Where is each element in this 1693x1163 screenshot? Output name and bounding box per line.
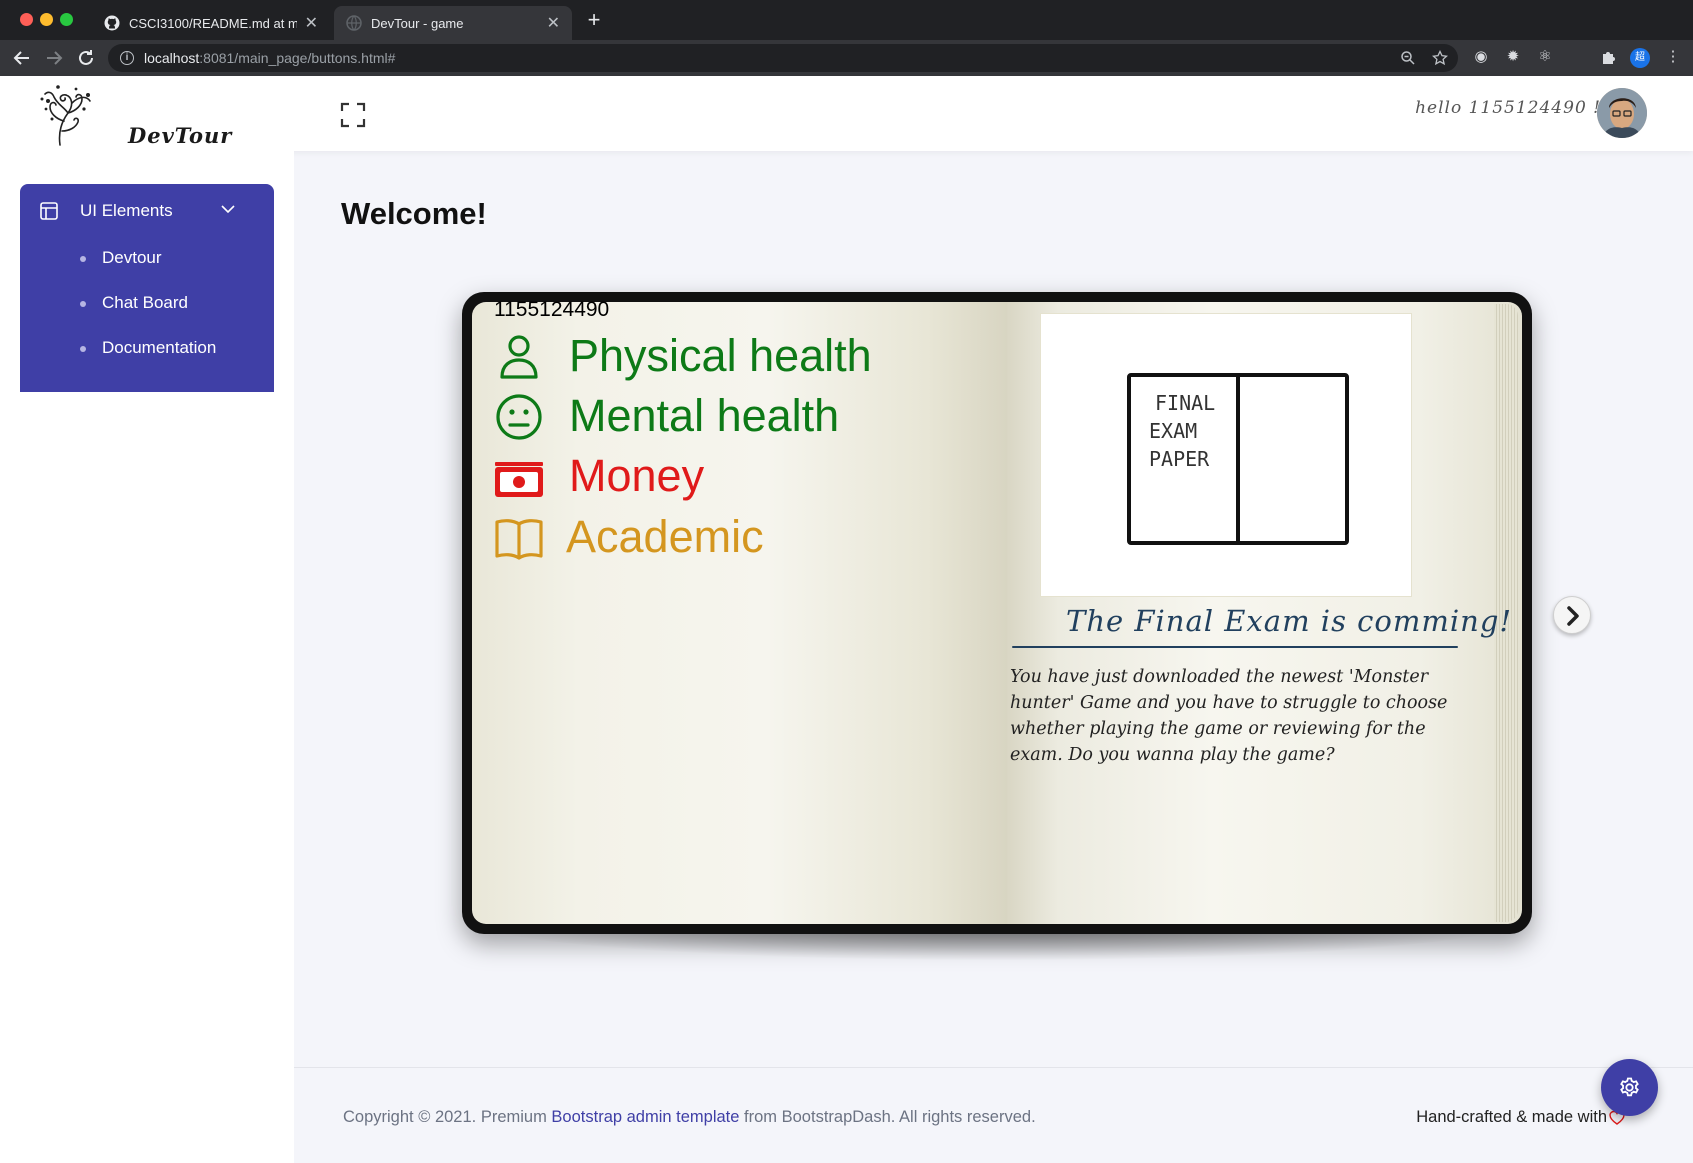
browser-tab-github[interactable]: CSCI3100/README.md at mas ✕ [92,6,330,40]
tab-title: DevTour - game [371,15,464,31]
layout-icon [40,202,58,220]
exam-paper-illustration: FINAL EXAM PAPER [1043,318,1407,592]
page-title: Welcome! [341,196,487,231]
devtour-logo[interactable]: DevTour [28,79,231,149]
extensions-puzzle-icon[interactable] [1600,48,1618,66]
extension-speed-icon[interactable]: ◉ [1472,48,1490,66]
bootstrap-template-link[interactable]: Bootstrap admin template [551,1108,739,1126]
address-bar[interactable]: i localhost:8081/main_page/buttons.html# [108,44,1458,72]
user-avatar[interactable] [1597,88,1647,138]
logo-text: DevTour [128,123,233,148]
url-path: :8081/main_page/buttons.html# [199,50,396,66]
new-tab-button[interactable]: + [582,8,606,32]
exam-paper-line-3: PAPER [1149,447,1210,471]
extension-gear-icon[interactable]: ✹ [1504,48,1522,66]
sidebar-item-label: Documentation [102,338,217,357]
next-page-button[interactable] [1553,596,1591,634]
bullet-dot [80,301,86,307]
github-icon [104,15,120,31]
forward-arrow-icon[interactable] [42,46,66,70]
close-window-button[interactable] [20,13,33,26]
close-tab-icon[interactable]: ✕ [305,13,318,33]
event-title-underline [1012,646,1458,648]
player-id: 1155124490 [494,298,610,321]
stat-label: Mental health [569,390,840,441]
back-arrow-icon[interactable] [10,46,34,70]
browser-toolbar: i localhost:8081/main_page/buttons.html#… [0,40,1693,76]
profile-icon[interactable]: 超 [1630,48,1650,68]
site-info-icon[interactable]: i [120,51,134,65]
exam-paper-line-1: FINAL [1155,391,1215,415]
copyright-text: Copyright © 2021. Premium Bootstrap admi… [343,1108,1036,1127]
sidebar-menu-ui-elements: UI Elements Devtour Chat Board Documenta… [20,184,274,392]
settings-button[interactable] [1601,1059,1658,1116]
reload-icon[interactable] [74,46,98,70]
sidebar: UI Elements Devtour Chat Board Documenta… [0,151,294,1163]
handcrafted-text: Hand-crafted & made with [1416,1108,1607,1126]
chevron-right-icon [1567,606,1579,626]
stat-label: Physical health [569,330,872,381]
browser-tab-devtour[interactable]: DevTour - game ✕ [334,6,572,40]
copyright-prefix: Copyright © 2021. Premium [343,1108,552,1126]
sidebar-item-ui-elements[interactable]: UI Elements [20,184,274,236]
open-book-icon [494,514,544,562]
sidebar-item-label: Devtour [102,248,162,267]
bullet-dot [80,346,86,352]
stat-label: Academic [566,511,764,562]
bullet-dot [80,256,86,262]
browser-menu-icon[interactable]: ⋮ [1664,48,1682,66]
app-navbar: DevTour hello 1155124490 ! [0,76,1693,151]
greeting-text: hello 1155124490 ! [1415,98,1601,118]
copyright-suffix: from BootstrapDash. All rights reserved. [739,1108,1036,1126]
zoom-icon[interactable] [1400,50,1416,66]
close-tab-icon[interactable]: ✕ [547,13,560,33]
globe-icon [346,15,362,31]
event-title: The Final Exam is comming! [1066,604,1513,638]
page-footer: Copyright © 2021. Premium Bootstrap admi… [294,1067,1693,1163]
extension-react-icon[interactable]: ⚛ [1536,48,1554,66]
gear-icon [1620,1077,1639,1097]
person-icon [494,333,544,381]
browser-tab-bar: CSCI3100/README.md at mas ✕ DevTour - ga… [0,0,1693,40]
event-description: You have just downloaded the newest 'Mon… [1010,667,1448,765]
logo-swirl-icon [40,85,91,146]
exam-paper-line-2: EXAM [1149,419,1197,443]
sidebar-section-label: UI Elements [80,201,173,220]
neutral-face-icon [494,393,544,441]
fullscreen-toggle-icon[interactable] [340,102,366,128]
url-host: localhost [144,50,200,66]
sidebar-item-label: Chat Board [102,293,188,312]
minimize-window-button[interactable] [40,13,53,26]
banknote-icon [494,453,544,501]
bookmark-star-icon[interactable] [1432,49,1448,66]
chevron-down-icon[interactable] [220,201,236,217]
zoom-window-button[interactable] [60,13,73,26]
stat-label: Money [569,450,705,501]
tab-title: CSCI3100/README.md at mas [129,15,297,31]
